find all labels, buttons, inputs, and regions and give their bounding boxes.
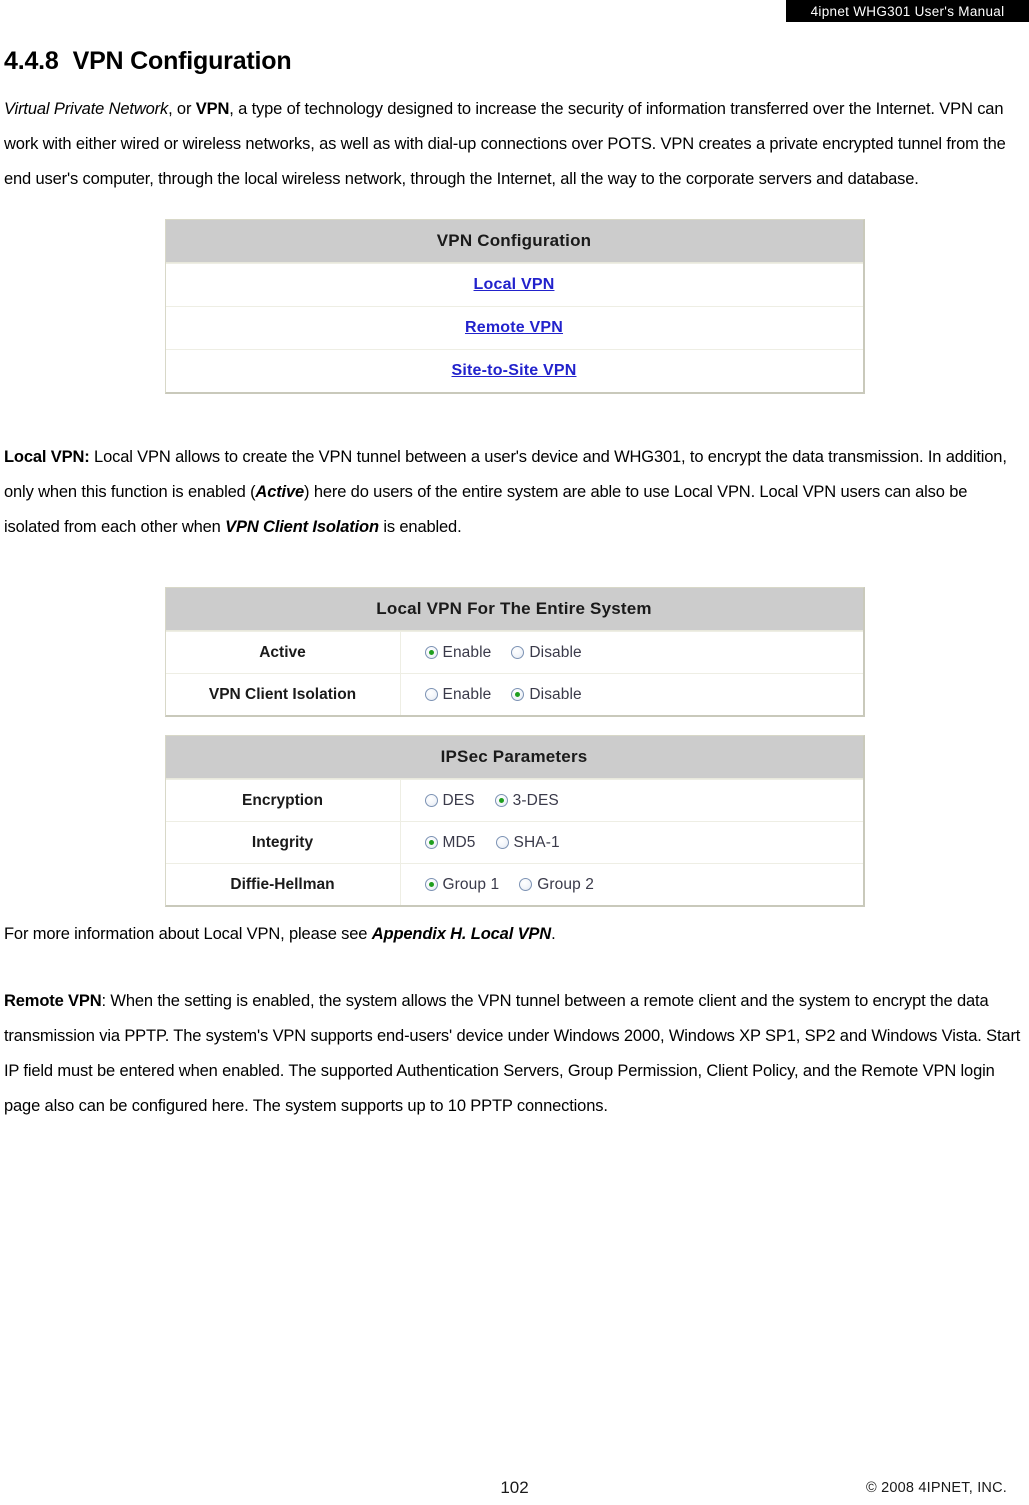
intro-paragraph: Virtual Private Network, or VPN, a type … xyxy=(4,92,1025,197)
table-row[interactable]: Local VPN xyxy=(165,263,863,306)
row-label-vpn-client-isolation: VPN Client Isolation xyxy=(166,674,401,715)
radio-option-active-disable[interactable]: Disable xyxy=(511,643,582,662)
remote-vpn-paragraph: Remote VPN: When the setting is enabled,… xyxy=(4,984,1025,1124)
radio-option-des[interactable]: DES xyxy=(424,791,475,810)
radio-label: Disable xyxy=(529,643,582,661)
row-value-integrity: MD5 SHA-1 xyxy=(401,822,863,863)
radio-option-isolation-disable[interactable]: Disable xyxy=(511,685,582,704)
radio-label: SHA-1 xyxy=(513,833,560,851)
row-value-diffie-hellman: Group 1 Group 2 xyxy=(401,864,863,905)
radio-icon[interactable] xyxy=(424,646,438,659)
radio-label: Enable xyxy=(442,685,492,703)
remote-vpn-text: : When the setting is enabled, the syste… xyxy=(4,992,1021,1115)
radio-icon[interactable] xyxy=(424,878,438,891)
table-row: Active Enable Disable xyxy=(165,631,863,673)
local-vpn-paragraph: Local VPN: Local VPN allows to create th… xyxy=(4,440,1025,545)
radio-icon[interactable] xyxy=(511,688,525,701)
radio-option-isolation-enable[interactable]: Enable xyxy=(424,685,492,704)
radio-icon[interactable] xyxy=(511,646,525,659)
radio-option-sha1[interactable]: SHA-1 xyxy=(495,833,560,852)
row-value-active: Enable Disable xyxy=(401,632,863,673)
radio-icon[interactable] xyxy=(424,688,438,701)
intro-bold-term: VPN xyxy=(195,100,230,118)
table-row: Diffie-Hellman Group 1 Group 2 xyxy=(165,863,863,905)
radio-label: 3-DES xyxy=(512,791,559,809)
radio-icon[interactable] xyxy=(424,836,438,849)
appendix-reference: Appendix H. Local VPN xyxy=(371,925,552,943)
radio-label: Enable xyxy=(442,643,492,661)
radio-label: Group 2 xyxy=(537,875,594,893)
local-vpn-text-3: is enabled. xyxy=(378,518,462,536)
table-row: Integrity MD5 SHA-1 xyxy=(165,821,863,863)
intro-italic-term: Virtual Private Network xyxy=(4,100,169,118)
ipsec-parameters-table: IPSec Parameters Encryption DES 3-DES In… xyxy=(164,735,865,907)
radio-icon[interactable] xyxy=(495,836,509,849)
row-label-diffie-hellman: Diffie-Hellman xyxy=(166,864,401,905)
local-vpn-table-header: Local VPN For The Entire System xyxy=(165,588,863,631)
radio-option-3des[interactable]: 3-DES xyxy=(494,791,559,810)
row-label-active: Active xyxy=(166,632,401,673)
table-row: Encryption DES 3-DES xyxy=(165,779,863,821)
row-value-encryption: DES 3-DES xyxy=(401,780,863,821)
row-label-encryption: Encryption xyxy=(166,780,401,821)
local-vpn-lead: Local VPN: xyxy=(4,448,90,466)
local-vpn-emphasis-isolation: VPN Client Isolation xyxy=(225,518,379,536)
radio-icon[interactable] xyxy=(494,794,508,807)
radio-icon[interactable] xyxy=(424,794,438,807)
radio-icon[interactable] xyxy=(519,878,533,891)
radio-option-group1[interactable]: Group 1 xyxy=(424,875,500,894)
remote-vpn-lead: Remote VPN xyxy=(4,992,102,1010)
appendix-text-2: . xyxy=(551,925,556,943)
radio-option-md5[interactable]: MD5 xyxy=(424,833,476,852)
section-heading: 4.4.8 VPN Configuration xyxy=(4,46,1025,76)
table-row[interactable]: Site-to-Site VPN xyxy=(165,349,863,392)
table-row[interactable]: Remote VPN xyxy=(165,306,863,349)
appendix-text-1: For more information about Local VPN, pl… xyxy=(4,925,372,943)
intro-text-2: , or xyxy=(168,100,196,118)
radio-label: Disable xyxy=(529,685,582,703)
radio-option-group2[interactable]: Group 2 xyxy=(519,876,594,894)
vpn-configuration-table: VPN Configuration Local VPN Remote VPN S… xyxy=(164,219,865,394)
radio-option-active-enable[interactable]: Enable xyxy=(424,643,492,662)
radio-label: MD5 xyxy=(442,833,476,851)
local-vpn-link[interactable]: Local VPN xyxy=(474,276,555,293)
radio-label: Group 1 xyxy=(442,875,500,893)
section-title-text: VPN Configuration xyxy=(72,47,292,75)
appendix-paragraph: For more information about Local VPN, pl… xyxy=(4,917,1025,952)
table-row: VPN Client Isolation Enable Disable xyxy=(165,673,863,715)
local-vpn-entire-system-table: Local VPN For The Entire System Active E… xyxy=(164,587,865,717)
page-content: 4.4.8 VPN Configuration Virtual Private N… xyxy=(0,0,1029,1124)
ipsec-table-header: IPSec Parameters xyxy=(165,736,863,779)
vpn-configuration-table-header: VPN Configuration xyxy=(165,220,863,263)
copyright-notice: © 2008 4IPNET, INC. xyxy=(865,1480,1007,1496)
radio-label: DES xyxy=(442,791,475,809)
local-vpn-emphasis-active: Active xyxy=(255,483,305,501)
row-label-integrity: Integrity xyxy=(166,822,401,863)
row-value-vpn-client-isolation: Enable Disable xyxy=(401,674,863,715)
section-number: 4.4.8 xyxy=(4,47,59,75)
remote-vpn-link[interactable]: Remote VPN xyxy=(465,319,563,336)
site-to-site-vpn-link[interactable]: Site-to-Site VPN xyxy=(452,362,577,379)
